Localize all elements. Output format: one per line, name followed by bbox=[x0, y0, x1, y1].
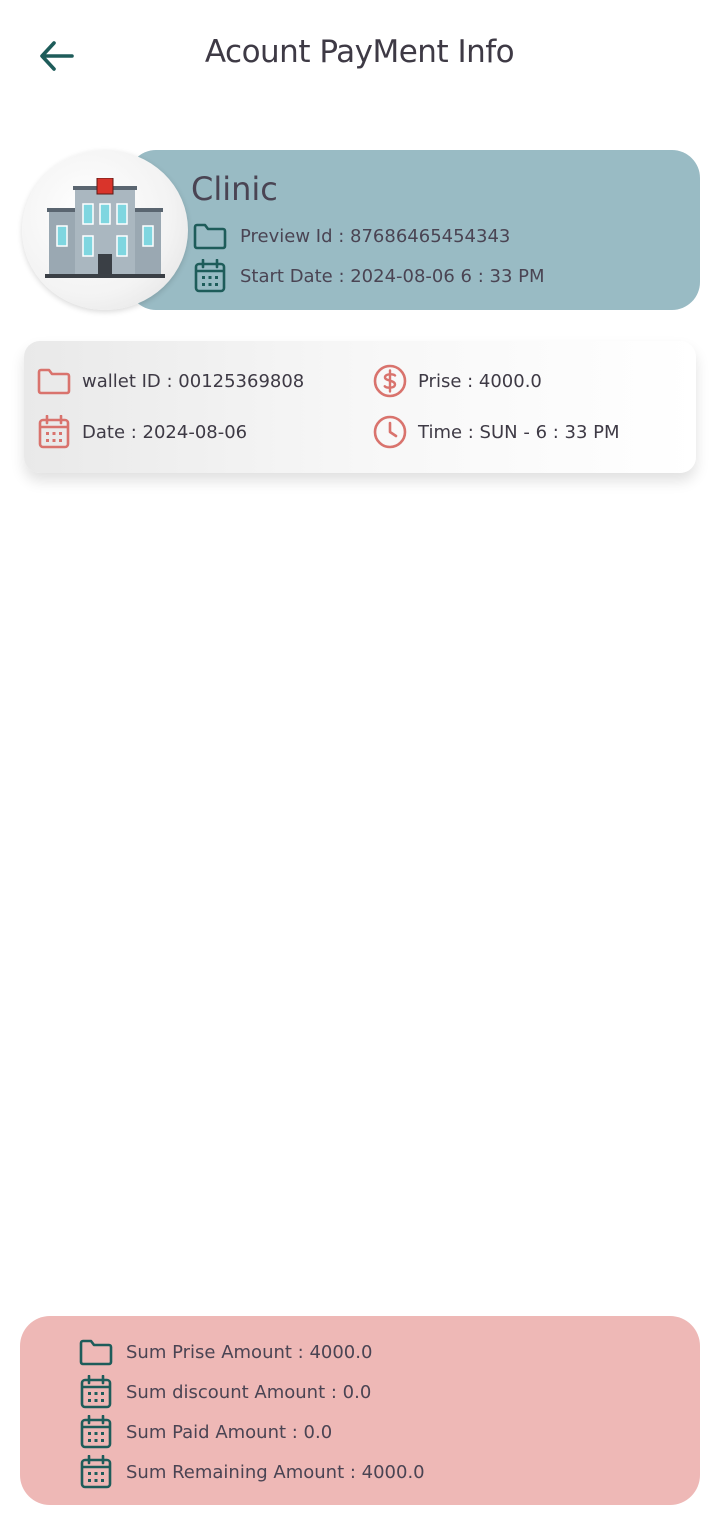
dollar-circle-icon bbox=[372, 363, 408, 399]
wallet-card[interactable]: wallet ID : 00125369808 Prise : 4000.0 D… bbox=[24, 341, 696, 473]
prise-text: Prise : 4000.0 bbox=[418, 370, 542, 392]
calendar-icon bbox=[78, 1415, 114, 1449]
date-text: Date : 2024-08-06 bbox=[82, 421, 248, 443]
folder-icon bbox=[78, 1335, 114, 1369]
folder-icon bbox=[36, 363, 72, 399]
clinic-avatar bbox=[22, 150, 188, 310]
sum-remaining-row: Sum Remaining Amount : 4000.0 bbox=[78, 1455, 425, 1489]
start-date-text: Start Date : 2024-08-06 6 : 33 PM bbox=[240, 265, 545, 287]
sum-paid-row: Sum Paid Amount : 0.0 bbox=[78, 1415, 332, 1449]
preview-id-row: Preview Id : 87686465454343 bbox=[193, 219, 510, 253]
calendar-icon bbox=[193, 259, 227, 293]
sum-remaining-text: Sum Remaining Amount : 4000.0 bbox=[126, 1461, 425, 1483]
calendar-icon bbox=[78, 1375, 114, 1409]
sum-paid-text: Sum Paid Amount : 0.0 bbox=[126, 1421, 333, 1443]
summary-card: Sum Prise Amount : 4000.0 Sum discount A… bbox=[20, 1316, 700, 1505]
prise-row: Prise : 4000.0 bbox=[372, 363, 542, 399]
sum-prise-row: Sum Prise Amount : 4000.0 bbox=[78, 1335, 372, 1369]
wallet-id-text: wallet ID : 00125369808 bbox=[82, 370, 305, 392]
calendar-icon bbox=[36, 414, 72, 450]
clock-icon bbox=[372, 414, 408, 450]
start-date-row: Start Date : 2024-08-06 6 : 33 PM bbox=[193, 259, 545, 293]
sum-discount-text: Sum discount Amount : 0.0 bbox=[126, 1381, 372, 1403]
time-row: Time : SUN - 6 : 33 PM bbox=[372, 414, 620, 450]
account-payment-info-screen: Acount PayMent Info Clinic Preview Id: … bbox=[0, 0, 719, 1524]
clinic-name: Clinic bbox=[191, 170, 278, 208]
page-title: Acount PayMent Info bbox=[204, 34, 515, 70]
calendar-icon bbox=[78, 1455, 114, 1489]
preview-id-text: Preview Id : 87686465454343 bbox=[240, 225, 511, 247]
hospital-building-icon bbox=[45, 178, 165, 278]
folder-icon bbox=[193, 219, 227, 253]
sum-discount-row: Sum discount Amount : 0.0 bbox=[78, 1375, 371, 1409]
wallet-id-row: wallet ID : 00125369808 bbox=[36, 363, 304, 399]
date-row: Date : 2024-08-06 bbox=[36, 414, 247, 450]
sum-prise-text: Sum Prise Amount : 4000.0 bbox=[126, 1341, 373, 1363]
time-text: Time : SUN - 6 : 33 PM bbox=[418, 421, 620, 443]
